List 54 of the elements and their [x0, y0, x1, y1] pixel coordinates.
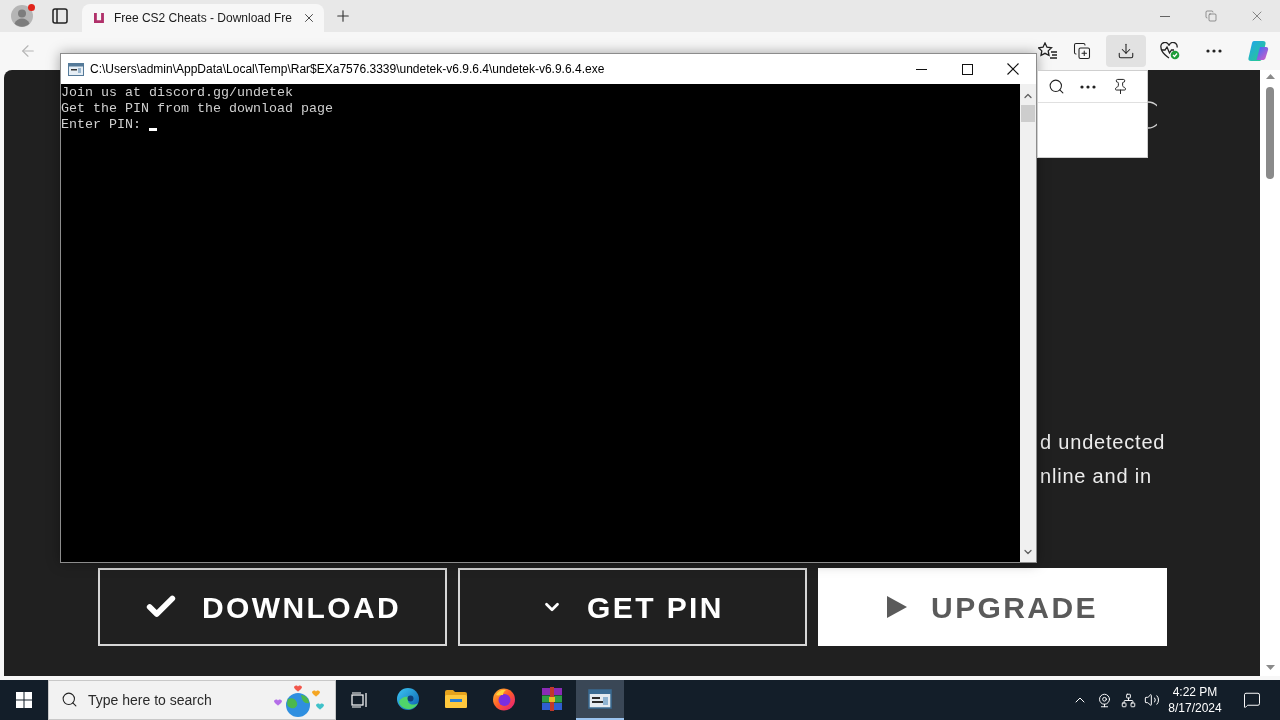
pin-input-cursor[interactable]	[149, 128, 157, 131]
books-stack-icon	[540, 687, 564, 711]
copy-plus-icon	[1073, 42, 1091, 60]
maximize-icon	[961, 63, 973, 75]
window-square-icon	[52, 8, 68, 24]
search-icon	[1047, 78, 1065, 95]
window-title: C:\Users\admin\AppData\Local\Temp\Rar$EXa7576.3339\undetek-v6.9.6.4\undetek-v6.9.6.4.exe	[90, 61, 605, 78]
start-logo-icon	[16, 692, 32, 708]
logo-icon	[1246, 39, 1270, 63]
star-list-icon	[1038, 42, 1058, 60]
download-icon	[1117, 42, 1135, 60]
search-button[interactable]	[1047, 77, 1065, 96]
console-prompt: Enter PIN:	[61, 117, 141, 133]
tab-title: Free CS2 Cheats - Download Fre	[113, 10, 292, 27]
notification-icon	[1243, 691, 1261, 709]
scroll-up-icon	[1265, 74, 1275, 79]
search-icon	[61, 691, 78, 708]
page-text: nline and in	[1040, 464, 1152, 489]
downloads-button[interactable]	[1106, 35, 1146, 67]
console-window-icon	[68, 62, 84, 76]
upgrade-button[interactable]: UPGRADE	[818, 568, 1167, 646]
person-icon	[11, 5, 33, 27]
get-pin-button[interactable]: GET PIN	[458, 568, 807, 646]
minimize-icon	[915, 68, 927, 70]
webcam-icon	[1096, 692, 1112, 708]
scroll-thumb	[1021, 105, 1035, 122]
fox-logo-icon	[492, 687, 516, 711]
close-icon	[1007, 63, 1019, 75]
minimize-icon	[1160, 15, 1170, 17]
browser-logo-icon	[396, 687, 420, 711]
console-line: Join us at discord.gg/undetek	[61, 85, 293, 101]
taskbar-app-button[interactable]	[576, 680, 624, 720]
scroll-down-icon	[1265, 665, 1275, 670]
console-line: Get the PIN from the download page	[61, 101, 333, 117]
volume-icon	[1144, 692, 1160, 708]
more-icon	[1080, 84, 1096, 89]
notification-dot-icon	[28, 4, 35, 11]
site-favicon-icon	[94, 11, 104, 25]
console-window-icon	[588, 689, 612, 709]
play-icon	[887, 596, 908, 618]
network-icon	[1120, 692, 1136, 708]
folder-icon	[444, 689, 468, 709]
close-icon[interactable]	[302, 11, 316, 25]
new-tab-icon[interactable]	[334, 7, 352, 25]
profile-button[interactable]	[8, 2, 36, 30]
more-icon	[1206, 49, 1222, 53]
restore-icon	[1205, 10, 1217, 22]
clock-button[interactable]: 4:22 PM 8/17/2024	[1164, 680, 1226, 720]
heart-pulse-check-icon	[1160, 42, 1180, 60]
task-view-icon	[351, 692, 369, 708]
search-field[interactable]: Type here to search	[48, 680, 336, 720]
browser-tab[interactable]: Free CS2 Cheats - Download Fre	[82, 4, 324, 32]
download-button[interactable]: DOWNLOAD	[98, 568, 447, 646]
page-text: d undetected	[1040, 430, 1166, 455]
